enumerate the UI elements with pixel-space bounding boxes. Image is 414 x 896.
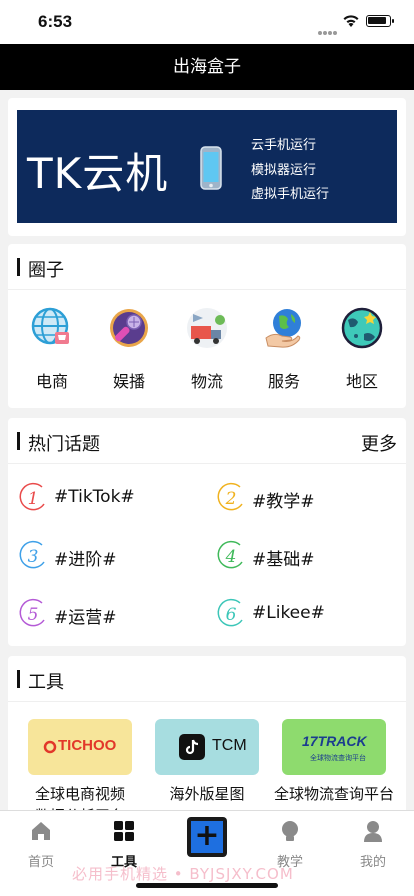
- topic-label: #教学#: [252, 492, 315, 512]
- banner-line-3: 虚拟手机运行: [251, 187, 330, 202]
- home-icon: [32, 822, 50, 840]
- circle-item-ecommerce[interactable]: 电商: [22, 306, 82, 392]
- tiktok-icon: [179, 734, 205, 760]
- topic-item[interactable]: 1 #TikTok#: [18, 482, 198, 522]
- person-icon: [364, 821, 382, 842]
- tool-item-17track[interactable]: 17TRACK 全球物流查询平台 全球物流查询平台: [271, 719, 397, 805]
- circle-item-service[interactable]: 服务: [254, 306, 314, 392]
- battery-icon: [366, 15, 394, 27]
- circle-item-logistics[interactable]: 物流: [177, 306, 237, 392]
- hot-topics-section: 热门话题 更多 1 #TikTok# 2 #教学# 3 #进阶# 4 #基础#: [8, 418, 406, 646]
- bulb-icon: [282, 821, 298, 841]
- tab-label: 首页: [27, 855, 54, 870]
- banner-card: TK云机 云手机运行 模拟器运行 虚拟手机运行: [8, 98, 406, 236]
- hot-topics-header: 热门话题 更多: [8, 418, 406, 464]
- more-link[interactable]: 更多: [361, 430, 397, 456]
- banner-line-2: 模拟器运行: [251, 162, 317, 178]
- circle-section: 圈子 电商 娱播 物流 服务 地区: [8, 244, 406, 408]
- circle-item-label: 电商: [35, 372, 68, 391]
- 17track-logo-text: 17TRACK: [302, 733, 367, 749]
- section-title: 热门话题: [28, 434, 100, 455]
- circle-item-label: 娱播: [112, 372, 145, 391]
- topic-label: #Likee#: [252, 603, 325, 623]
- plus-icon: +: [191, 821, 223, 853]
- tool-name: 海外版星图: [169, 785, 245, 803]
- circle-item-entertainment[interactable]: 娱播: [99, 306, 159, 392]
- tool-item-tcm[interactable]: TCM 海外版星图: [144, 719, 270, 805]
- topic-item[interactable]: 2 #教学#: [216, 482, 396, 522]
- svg-text:6: 6: [226, 605, 237, 625]
- tab-home[interactable]: 首页: [0, 819, 82, 870]
- topic-label: #基础#: [252, 550, 315, 570]
- tool-name: 全球物流查询平台: [273, 785, 394, 803]
- section-title: 圈子: [28, 260, 64, 281]
- tichoo-logo: TICHOO: [28, 719, 132, 775]
- tab-mine[interactable]: 我的: [332, 819, 414, 870]
- section-marker: [17, 258, 20, 276]
- tichoo-logo-text: TICHOO: [58, 737, 117, 754]
- wifi-icon: [343, 15, 359, 27]
- home-indicator[interactable]: [136, 883, 278, 888]
- number-3-icon: 3: [19, 540, 45, 569]
- number-5-icon: 5: [19, 598, 45, 627]
- topic-item[interactable]: 3 #进阶#: [18, 540, 198, 580]
- number-2-icon: 2: [217, 482, 243, 511]
- section-title: 工具: [28, 672, 64, 693]
- tcm-logo-text: TCM: [212, 737, 247, 754]
- app-navbar: 出海盒子: [0, 44, 414, 90]
- circle-item-label: 地区: [345, 372, 378, 391]
- watermark: 必用手机精选 • BYJSJXY.COM: [72, 865, 294, 883]
- 17track-logo: 17TRACK 全球物流查询平台: [282, 719, 386, 775]
- tab-label: 我的: [359, 855, 386, 870]
- bottom-tab-bar: 首页 工具 + 教学 我的 必用手机精选 • BYJSJXY.COM: [0, 810, 414, 896]
- topic-item[interactable]: 6 #Likee#: [216, 598, 396, 638]
- microphone-icon: [110, 309, 148, 347]
- circle-item-label: 物流: [190, 372, 223, 391]
- tichoo-mark-icon: [43, 740, 57, 754]
- tool-name: 全球电商视频: [34, 785, 125, 803]
- phone-icon: [200, 146, 222, 190]
- section-marker: [17, 670, 20, 688]
- status-time: 6:53: [38, 12, 73, 31]
- signal-dots-icon: [318, 20, 338, 35]
- number-4-icon: 4: [217, 540, 243, 569]
- topic-label: #运营#: [54, 608, 117, 628]
- topic-item[interactable]: 5 #运营#: [18, 598, 198, 638]
- svg-text:3: 3: [28, 547, 39, 567]
- planet-icon: [341, 307, 383, 349]
- 17track-logo-subtitle: 全球物流查询平台: [310, 754, 366, 762]
- topic-label: #TikTok#: [54, 487, 135, 507]
- tk-cloud-banner[interactable]: TK云机 云手机运行 模拟器运行 虚拟手机运行: [17, 110, 397, 223]
- svg-text:2: 2: [225, 489, 237, 509]
- circle-item-region[interactable]: 地区: [332, 306, 392, 392]
- status-bar: 6:53: [0, 0, 414, 44]
- number-1-icon: 1: [19, 482, 45, 511]
- banner-line-1: 云手机运行: [251, 138, 317, 153]
- svg-text:1: 1: [28, 489, 39, 509]
- section-marker: [17, 432, 20, 450]
- page-title: 出海盒子: [173, 57, 241, 77]
- delivery-truck-icon: [187, 308, 227, 348]
- hand-globe-icon: [265, 309, 301, 348]
- topic-label: #进阶#: [54, 550, 117, 570]
- topic-item[interactable]: 4 #基础#: [216, 540, 396, 580]
- banner-title: TK云机: [27, 149, 169, 198]
- number-6-icon: 6: [217, 598, 243, 627]
- globe-shop-icon: [31, 307, 69, 345]
- add-button[interactable]: +: [187, 817, 227, 857]
- svg-text:5: 5: [28, 605, 39, 625]
- tcm-logo: TCM: [155, 719, 259, 775]
- circle-item-label: 服务: [267, 372, 300, 391]
- tools-header: 工具: [8, 656, 406, 702]
- grid-icon: [114, 821, 134, 841]
- svg-text:4: 4: [225, 547, 237, 567]
- circle-header: 圈子: [8, 244, 406, 290]
- tools-section: 工具 TICHOO 全球电商视频 数据分析平台 TCM 海外版星图: [8, 656, 406, 825]
